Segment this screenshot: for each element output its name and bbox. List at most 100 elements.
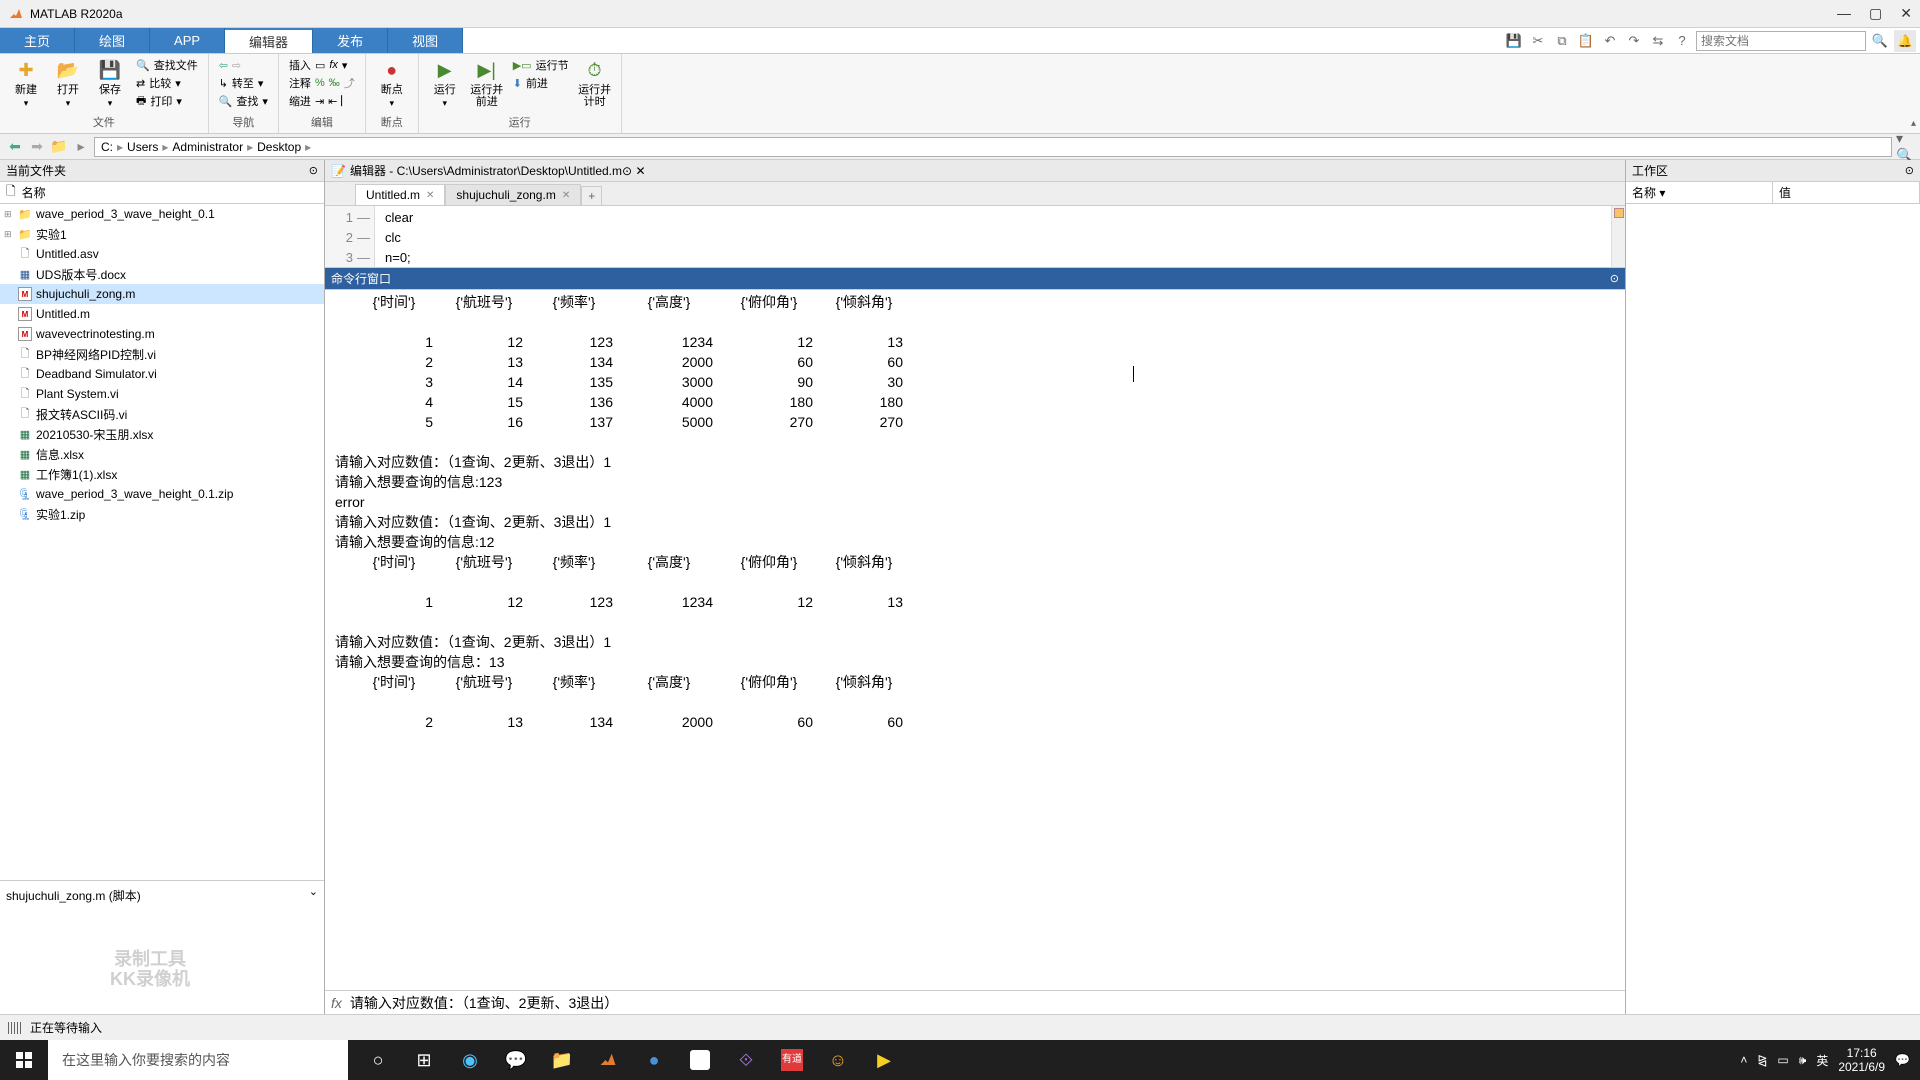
file-row[interactable]: ▦工作簿1(1).xlsx [0,464,324,484]
command-prompt[interactable]: fx 请输入对应数值：（1查询、2更新、3退出） [325,990,1625,1014]
task-view-icon[interactable]: ⊞ [402,1040,446,1080]
file-row[interactable]: 🗋Deadband Simulator.vi [0,364,324,384]
editor-tab-shujuchuli[interactable]: shujuchuli_zong.m✕ [445,184,581,205]
close-icon[interactable]: ✕ [426,190,434,201]
start-button[interactable] [0,1040,48,1080]
file-row[interactable]: ▦信息.xlsx [0,444,324,464]
file-list[interactable]: ⊞📁wave_period_3_wave_height_0.1⊞📁实验1🗋Unt… [0,204,324,880]
editor-menu-icon[interactable]: ⊙ [622,164,632,178]
ime-indicator[interactable]: 英 [1816,1052,1828,1069]
path-history-button[interactable]: ▸ [72,138,90,156]
comment-button[interactable]: 注释 % ‰ ⤴ [285,74,359,92]
qat-redo-icon[interactable]: ↷ [1624,31,1644,51]
qat-undo-icon[interactable]: ↶ [1600,31,1620,51]
battery-icon[interactable]: ▭ [1777,1053,1788,1067]
workspace-col-name[interactable]: 名称 ▾ [1626,182,1773,203]
advance-button[interactable]: ⬇前进 [509,74,573,92]
open-button[interactable]: 📂打开▾ [48,56,88,111]
tab-plots[interactable]: 绘图 [75,28,150,53]
tab-view[interactable]: 视图 [388,28,463,53]
vscode-icon[interactable]: ⟐ [724,1040,768,1080]
breakpoint-button[interactable]: ●断点▾ [372,56,412,111]
help-icon[interactable]: ? [1672,31,1692,51]
qat-copy-icon[interactable]: ⧉ [1552,31,1572,51]
close-button[interactable]: ✕ [1900,5,1912,22]
editor-tab-untitled[interactable]: Untitled.m✕ [355,184,445,205]
app-icon-1[interactable]: ● [632,1040,676,1080]
system-tray[interactable]: ˄ ⧎ ▭ 🕪 英 17:16 2021/6/9 💬 [1730,1046,1920,1075]
search-docs-button[interactable]: 🔍 [1870,31,1890,51]
run-button[interactable]: ▶运行▾ [425,56,465,111]
editor-close-icon[interactable]: ✕ [635,164,645,178]
nav-back-button[interactable]: ⇦⇨ [215,56,272,74]
file-row[interactable]: ▦20210530-宋玉朋.xlsx [0,424,324,444]
detail-collapse-button[interactable]: ⌄ [309,885,318,898]
tab-app[interactable]: APP [150,28,225,53]
command-window-header[interactable]: 命令行窗口 ⊙ [325,268,1625,290]
file-row[interactable]: ⊞📁wave_period_3_wave_height_0.1 [0,204,324,224]
taskbar-clock[interactable]: 17:16 2021/6/9 [1838,1046,1885,1075]
qat-switch-icon[interactable]: ⇆ [1648,31,1668,51]
file-row[interactable]: ⊞📁实验1 [0,224,324,244]
explorer-icon[interactable]: 📁 [540,1040,584,1080]
path-fwd-button[interactable]: ➡ [28,138,46,156]
taskbar-search[interactable]: 在这里输入你要搜索的内容 [48,1040,348,1080]
file-row[interactable]: 🗋Untitled.asv [0,244,324,264]
action-center-icon[interactable]: 💬 [1895,1053,1910,1067]
qat-save-icon[interactable]: 💾 [1504,31,1524,51]
cortana-icon[interactable]: ○ [356,1040,400,1080]
app-icon-3[interactable]: ☺ [816,1040,860,1080]
minimize-button[interactable]: — [1837,5,1851,22]
indent-button[interactable]: 缩进 ⇥ ⇤ ⎸ [285,92,359,110]
notifications-icon[interactable]: 🔔 [1894,30,1916,52]
run-section-button[interactable]: ▶▭运行节 [509,56,573,74]
path-dropdown-button[interactable]: ▾ 🔍 [1896,138,1914,156]
run-time-button[interactable]: ⏱运行并 计时 [575,56,615,110]
qat-cut-icon[interactable]: ✂ [1528,31,1548,51]
search-docs-input[interactable] [1696,31,1866,51]
path-input[interactable]: C:▸ Users▸ Administrator▸ Desktop▸ [94,137,1892,157]
compare-button[interactable]: ⇄比较 ▾ [132,74,202,92]
insert-button[interactable]: 插入 ▭ fx ▾ [285,56,359,74]
workspace-menu-icon[interactable]: ⊙ [1905,164,1914,177]
workspace-col-value[interactable]: 值 [1773,182,1920,203]
collapse-ribbon-button[interactable]: ▴ [1911,118,1916,129]
file-row[interactable]: 🗜wave_period_3_wave_height_0.1.zip [0,484,324,504]
file-row[interactable]: Mwavevectrinotesting.m [0,324,324,344]
cmd-menu-icon[interactable]: ⊙ [1610,272,1619,285]
close-icon[interactable]: ✕ [562,190,570,201]
file-row[interactable]: 🗋报文转ASCII码.vi [0,404,324,424]
file-row[interactable]: 🗋Plant System.vi [0,384,324,404]
code-warning-indicator[interactable] [1614,208,1624,218]
app-icon-2[interactable] [678,1040,722,1080]
qat-paste-icon[interactable]: 📋 [1576,31,1596,51]
run-advance-button[interactable]: ▶|运行并 前进 [467,56,507,110]
path-back-button[interactable]: ⬅ [6,138,24,156]
print-button[interactable]: 🖶打印 ▾ [132,92,202,110]
matlab-taskbar-icon[interactable] [586,1040,630,1080]
save-button[interactable]: 💾保存▾ [90,56,130,111]
volume-icon[interactable]: 🕪 [1799,1053,1807,1068]
workspace-list[interactable] [1626,204,1920,1014]
wechat-icon[interactable]: 💬 [494,1040,538,1080]
tab-publish[interactable]: 发布 [313,28,388,53]
youdao-icon[interactable]: 有道 [770,1040,814,1080]
edge-icon[interactable]: ◉ [448,1040,492,1080]
goto-button[interactable]: ↳转至 ▾ [215,74,272,92]
network-icon[interactable]: ⧎ [1757,1053,1767,1067]
tab-home[interactable]: 主页 [0,28,75,53]
command-window[interactable]: {'时间'}{'航班号'}{'频率'}{'高度'}{'俯仰角'}{'倾斜角'} … [325,290,1625,990]
file-row[interactable]: MUntitled.m [0,304,324,324]
code-editor[interactable]: 1— 2— 3— clear clc n=0; [325,206,1625,268]
path-up-button[interactable]: 📁 [50,138,68,156]
find-button[interactable]: 🔍查找 ▾ [215,92,272,110]
tray-chevron-icon[interactable]: ˄ [1740,1053,1747,1067]
file-row[interactable]: Mshujuchuli_zong.m [0,284,324,304]
file-row[interactable]: ▦UDS版本号.docx [0,264,324,284]
find-files-button[interactable]: 🔍查找文件 [132,56,202,74]
panel-menu-icon[interactable]: ⊙ [309,164,318,177]
tab-editor[interactable]: 编辑器 [225,28,313,53]
potplayer-icon[interactable]: ▶ [862,1040,906,1080]
file-row[interactable]: 🗋BP神经网络PID控制.vi [0,344,324,364]
new-button[interactable]: ✚新建▾ [6,56,46,111]
